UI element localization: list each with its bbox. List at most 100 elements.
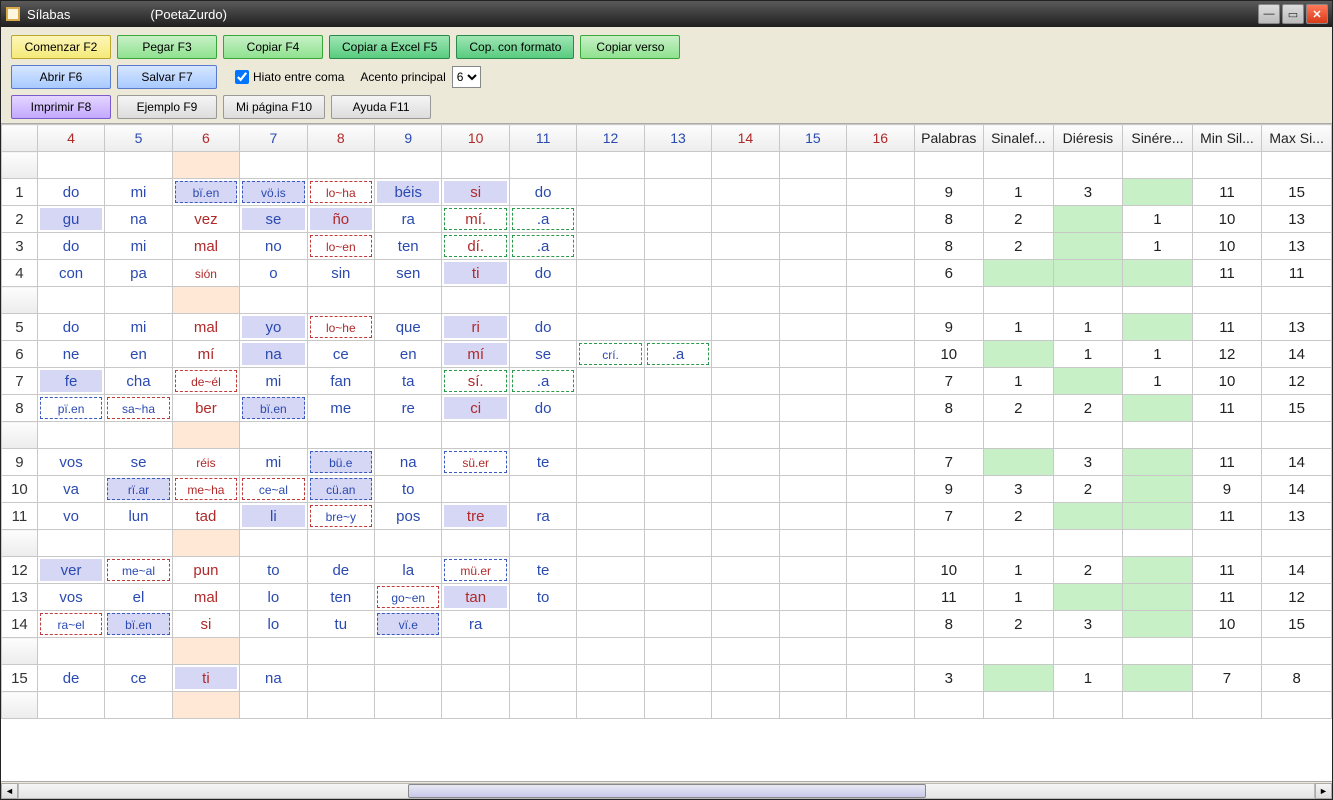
scroll-thumb[interactable] (408, 784, 926, 798)
syllable-cell[interactable]: lo (240, 584, 307, 611)
stat-cell[interactable] (984, 341, 1054, 368)
syllable-cell[interactable]: ti (442, 260, 509, 287)
syllable-cell[interactable]: si (442, 179, 509, 206)
syllable-cell[interactable] (307, 287, 374, 314)
row-header[interactable] (2, 152, 38, 179)
syllable-cell[interactable]: ra~el (37, 611, 104, 638)
stat-cell[interactable]: 11 (1192, 395, 1262, 422)
syllable-cell[interactable]: do (509, 179, 576, 206)
hiato-checkbox[interactable] (235, 70, 249, 84)
stat-cell[interactable]: 8 (914, 395, 984, 422)
stat-cell[interactable] (1192, 692, 1262, 719)
stat-cell[interactable]: 3 (1053, 179, 1123, 206)
syllable-cell[interactable]: me (307, 395, 374, 422)
syllable-cell[interactable]: ten (307, 584, 374, 611)
stat-header-3[interactable]: Sinére... (1123, 125, 1193, 152)
syllable-cell[interactable]: yo (240, 314, 307, 341)
row-header[interactable]: 8 (2, 395, 38, 422)
stat-cell[interactable] (1123, 152, 1193, 179)
stat-cell[interactable]: 6 (914, 260, 984, 287)
stat-cell[interactable]: 11 (1192, 557, 1262, 584)
syllable-cell[interactable]: ce (105, 665, 172, 692)
stat-cell[interactable] (1262, 287, 1332, 314)
stat-cell[interactable]: 3 (1053, 449, 1123, 476)
syllable-cell[interactable] (779, 692, 846, 719)
row-header[interactable]: 13 (2, 584, 38, 611)
syllable-cell[interactable] (779, 260, 846, 287)
syllable-cell[interactable]: se (105, 449, 172, 476)
syllable-cell[interactable] (442, 665, 509, 692)
syllable-cell[interactable] (375, 422, 442, 449)
syllable-cell[interactable]: to (509, 584, 576, 611)
stat-cell[interactable]: 11 (1192, 449, 1262, 476)
syllable-cell[interactable] (712, 692, 779, 719)
stat-cell[interactable]: 7 (914, 449, 984, 476)
row-header[interactable] (2, 638, 38, 665)
stat-cell[interactable]: 12 (1192, 341, 1262, 368)
stat-cell[interactable] (1053, 152, 1123, 179)
maximize-button[interactable]: ▭ (1282, 4, 1304, 24)
syllable-cell[interactable]: dí. (442, 233, 509, 260)
syllable-cell[interactable]: la (375, 557, 442, 584)
syllable-cell[interactable]: mal (172, 584, 239, 611)
row-header[interactable] (2, 692, 38, 719)
syllable-cell[interactable]: te (509, 557, 576, 584)
scroll-left-arrow[interactable]: ◄ (1, 783, 18, 799)
syllable-cell[interactable]: cha (105, 368, 172, 395)
syllable-cell[interactable] (644, 557, 711, 584)
col-header-13[interactable]: 13 (644, 125, 711, 152)
col-header-7[interactable]: 7 (240, 125, 307, 152)
stat-cell[interactable]: 1 (1053, 341, 1123, 368)
stat-cell[interactable]: 2 (984, 611, 1054, 638)
stat-cell[interactable]: 14 (1262, 449, 1332, 476)
cop-formato-button[interactable]: Cop. con formato (456, 35, 574, 59)
syllable-cell[interactable] (779, 341, 846, 368)
syllable-cell[interactable]: pos (375, 503, 442, 530)
syllable-cell[interactable]: sü.er (442, 449, 509, 476)
syllable-cell[interactable]: cü.an (307, 476, 374, 503)
stat-cell[interactable]: 1 (1053, 665, 1123, 692)
syllable-cell[interactable] (644, 260, 711, 287)
stat-cell[interactable]: 2 (1053, 476, 1123, 503)
stat-cell[interactable] (1262, 638, 1332, 665)
stat-cell[interactable] (914, 530, 984, 557)
syllable-cell[interactable]: sí. (442, 368, 509, 395)
syllable-cell[interactable]: do (509, 260, 576, 287)
stat-cell[interactable] (914, 692, 984, 719)
syllable-cell[interactable] (172, 530, 239, 557)
syllable-cell[interactable]: vo (37, 503, 104, 530)
stat-cell[interactable] (1123, 476, 1193, 503)
syllable-cell[interactable]: ño (307, 206, 374, 233)
syllable-cell[interactable] (37, 638, 104, 665)
col-header-4[interactable]: 4 (37, 125, 104, 152)
stat-cell[interactable] (1053, 287, 1123, 314)
stat-header-5[interactable]: Max Si... (1262, 125, 1332, 152)
syllable-cell[interactable] (105, 287, 172, 314)
stat-cell[interactable] (1262, 530, 1332, 557)
syllable-cell[interactable] (712, 449, 779, 476)
stat-cell[interactable]: 11 (1192, 314, 1262, 341)
stat-cell[interactable] (1123, 638, 1193, 665)
stat-cell[interactable]: 14 (1262, 557, 1332, 584)
syllable-cell[interactable]: ber (172, 395, 239, 422)
stat-cell[interactable] (1123, 530, 1193, 557)
syllable-cell[interactable] (712, 422, 779, 449)
syllable-cell[interactable]: lun (105, 503, 172, 530)
row-header[interactable]: 6 (2, 341, 38, 368)
stat-cell[interactable]: 8 (1262, 665, 1332, 692)
stat-cell[interactable] (1053, 692, 1123, 719)
stat-cell[interactable] (984, 665, 1054, 692)
syllable-cell[interactable] (779, 152, 846, 179)
syllable-cell[interactable] (577, 611, 644, 638)
syllable-cell[interactable] (712, 314, 779, 341)
col-header-8[interactable]: 8 (307, 125, 374, 152)
syllable-cell[interactable] (577, 260, 644, 287)
syllable-cell[interactable]: na (105, 206, 172, 233)
stat-cell[interactable] (1192, 422, 1262, 449)
syllable-cell[interactable] (847, 314, 914, 341)
stat-cell[interactable] (1123, 422, 1193, 449)
stat-cell[interactable] (1123, 395, 1193, 422)
stat-cell[interactable] (1053, 638, 1123, 665)
syllable-cell[interactable] (712, 584, 779, 611)
syllable-cell[interactable] (307, 665, 374, 692)
